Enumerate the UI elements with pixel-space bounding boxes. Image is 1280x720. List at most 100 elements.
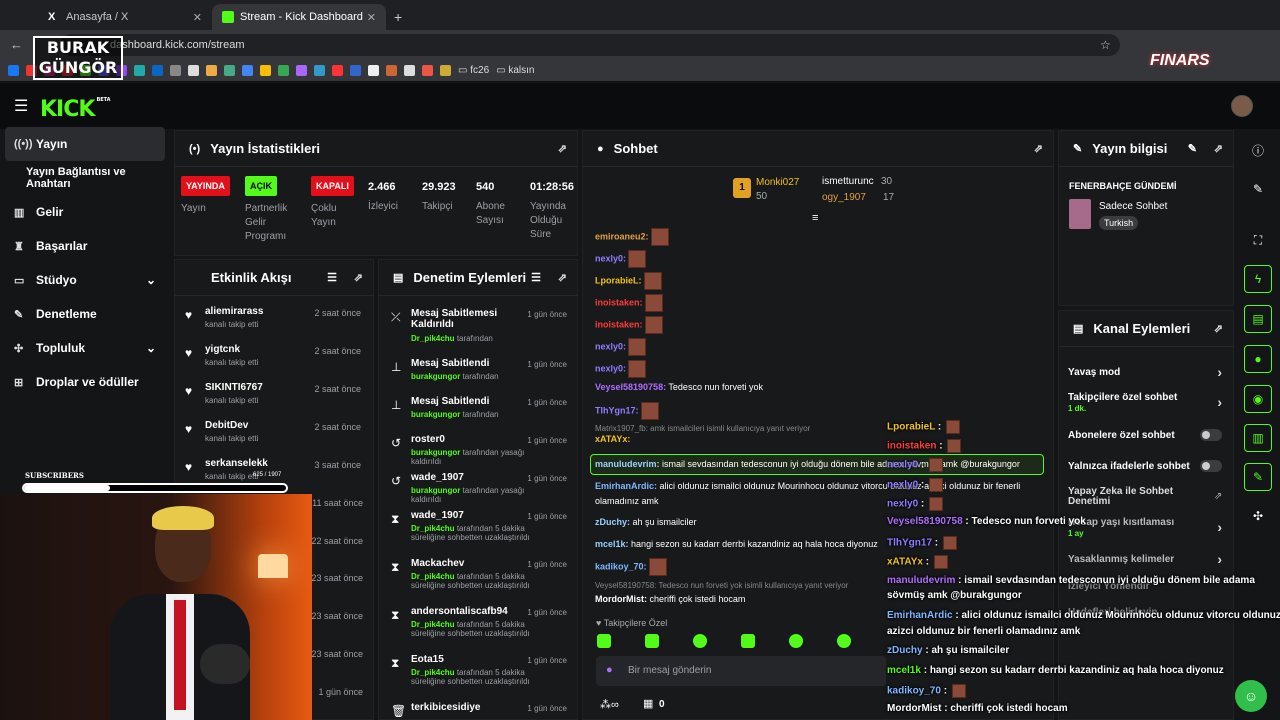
bookmark-icon[interactable]: [368, 64, 379, 76]
bookmark-icon[interactable]: [278, 64, 289, 76]
bookmark-icon[interactable]: [242, 64, 253, 76]
sidebar-item-yayin[interactable]: ((•)) Yayın: [5, 127, 165, 161]
popout-icon[interactable]: ⇗: [1034, 142, 1043, 155]
emote-icon[interactable]: [789, 634, 803, 648]
sidebar-item-studyo[interactable]: ▭ Stüdyo ⌄: [0, 263, 170, 297]
chat-user[interactable]: kadikoy_70:: [595, 561, 647, 571]
action-subs-chat: Abonelere özel sohbet: [1068, 430, 1175, 441]
chat-user[interactable]: EmirhanArdic:: [595, 481, 657, 491]
menu-icon[interactable]: ☰: [14, 96, 28, 116]
sidebar-item-droplar[interactable]: ⊞ Droplar ve ödüller: [0, 365, 170, 399]
popout-icon[interactable]: ⇗: [354, 271, 363, 284]
action-account-age[interactable]: Hesap yaşı kısıtlaması 1 ay ›: [1068, 517, 1228, 539]
tab-x[interactable]: X Anasayfa / X ✕: [38, 4, 212, 30]
community-icon[interactable]: ✣: [1244, 502, 1272, 530]
avatar[interactable]: [1231, 95, 1253, 117]
url-field[interactable]: dashboard.kick.com/stream: [60, 34, 1120, 56]
sidebar-item-stream-key[interactable]: Yayın Bağlantısı ve Anahtarı: [0, 161, 170, 195]
chat-input[interactable]: ● Bir mesaj gönderin: [596, 656, 886, 686]
chat-user[interactable]: nexly0:: [595, 341, 626, 351]
sidebar-item-gelir[interactable]: ▥ Gelir: [0, 195, 170, 229]
users-icon[interactable]: ⁂∞: [600, 698, 619, 711]
popout-icon[interactable]: ⇗: [558, 142, 567, 155]
back-icon[interactable]: ←: [10, 37, 23, 52]
wrench-icon[interactable]: ✎: [1244, 463, 1272, 491]
bookmark-icon[interactable]: [440, 64, 451, 76]
chevron-right-icon: ›: [1217, 364, 1222, 380]
bookmark-icon[interactable]: [152, 64, 163, 76]
action-ai-moderation[interactable]: Yapay Zeka ile Sohbet Denetimi: [1068, 487, 1178, 507]
chat-user[interactable]: nexly0:: [595, 363, 626, 373]
external-link-icon[interactable]: ⇗: [1214, 491, 1222, 502]
bookmark-icon[interactable]: [188, 64, 199, 76]
bookmark-icon[interactable]: [404, 64, 415, 76]
bookmark-icon[interactable]: [134, 64, 145, 76]
bookmark-icon[interactable]: [314, 64, 325, 76]
category-name[interactable]: Sadece Sohbet: [1099, 201, 1167, 212]
filter-icon[interactable]: ☰: [531, 271, 541, 284]
emote-icon[interactable]: [693, 634, 707, 648]
chat-user[interactable]: TlhYgn17:: [595, 405, 639, 415]
emote-icon[interactable]: [741, 634, 755, 648]
gift-icon[interactable]: ▦: [643, 697, 653, 710]
bookmark-icon[interactable]: [206, 64, 217, 76]
chat-user[interactable]: zDuchy:: [595, 517, 630, 527]
bookmark-icon[interactable]: [386, 64, 397, 76]
chat-user[interactable]: Veysel58190758:: [595, 382, 666, 392]
chat-user[interactable]: inoistaken:: [595, 319, 643, 329]
new-tab-icon[interactable]: +: [386, 9, 402, 30]
chat-user[interactable]: emiroaneu2:: [595, 231, 649, 241]
chat-user[interactable]: nexly0:: [595, 253, 626, 263]
chat-user[interactable]: MordorMist:: [595, 594, 647, 604]
popout-icon[interactable]: ⇗: [558, 271, 567, 284]
popout-icon[interactable]: ⇗: [1214, 142, 1223, 155]
bookmark-icon[interactable]: [332, 64, 343, 76]
stat-followers: 29.923 Takipçi: [422, 176, 456, 214]
emote-icon: [929, 478, 944, 492]
help-button[interactable]: ☺: [1235, 680, 1267, 712]
filter-icon[interactable]: ☰: [327, 271, 337, 284]
chat-icon[interactable]: ●: [1244, 345, 1272, 373]
chat-user[interactable]: manuludevrim:: [595, 459, 660, 469]
pinned-icon[interactable]: ≡: [812, 212, 818, 224]
sidebar-item-topluluk[interactable]: ✣ Topluluk ⌄: [0, 331, 170, 365]
info-icon[interactable]: ⓘ: [1244, 136, 1272, 164]
emote-chat-toggle[interactable]: [1200, 460, 1222, 472]
star-icon[interactable]: ☆: [1100, 38, 1111, 52]
bookmark-icon[interactable]: [296, 64, 307, 76]
bookmark-icon[interactable]: [8, 64, 19, 76]
chat-user[interactable]: inoistaken:: [595, 297, 643, 307]
chat-user[interactable]: xATAYx:: [595, 434, 630, 444]
chat-user[interactable]: mcel1k:: [595, 539, 629, 549]
bookmark-icon[interactable]: [224, 64, 235, 76]
sidebar-item-basarilar[interactable]: ♜ Başarılar: [0, 229, 170, 263]
document-icon[interactable]: ▤: [1244, 305, 1272, 333]
close-icon[interactable]: ✕: [193, 11, 202, 24]
action-followers-chat[interactable]: Takipçilere özel sohbet 1 dk. ›: [1068, 392, 1228, 416]
emote-icon[interactable]: [837, 634, 851, 648]
bookmark-icon[interactable]: [260, 64, 271, 76]
dashboard-icon[interactable]: ▥: [1244, 424, 1272, 452]
popout-icon[interactable]: ⇗: [1214, 322, 1223, 335]
action-banned-words[interactable]: Yasaklanmış kelimeler ›: [1068, 551, 1228, 567]
subs-chat-toggle[interactable]: [1200, 429, 1222, 441]
kick-logo[interactable]: KICK BETA: [40, 97, 111, 122]
lightning-icon[interactable]: ϟ: [1244, 265, 1272, 293]
bookmark-icon[interactable]: [350, 64, 361, 76]
sidebar-item-denetleme[interactable]: ✎ Denetleme: [0, 297, 170, 331]
edit-icon[interactable]: ✎: [1244, 175, 1272, 203]
bookmark-folder[interactable]: ▭ kalsın: [496, 65, 534, 76]
bookmark-folder[interactable]: ▭ fc26: [458, 65, 489, 76]
emote-icon[interactable]: [645, 634, 659, 648]
fullscreen-icon[interactable]: ⛶: [1244, 226, 1272, 254]
emote-icon[interactable]: [597, 634, 611, 648]
close-icon[interactable]: ✕: [367, 11, 376, 24]
tab-kick[interactable]: Stream - Kick Dashboard ✕: [212, 4, 386, 30]
microphone-icon[interactable]: ●: [606, 664, 613, 676]
bookmark-icon[interactable]: [170, 64, 181, 76]
action-slow-mode[interactable]: Yavaş mod ›: [1068, 364, 1228, 381]
chat-user[interactable]: LporabieL:: [595, 275, 642, 285]
bookmark-icon[interactable]: [422, 64, 433, 76]
edit-icon[interactable]: ✎: [1188, 142, 1197, 155]
broadcast-icon[interactable]: ◉: [1244, 385, 1272, 413]
